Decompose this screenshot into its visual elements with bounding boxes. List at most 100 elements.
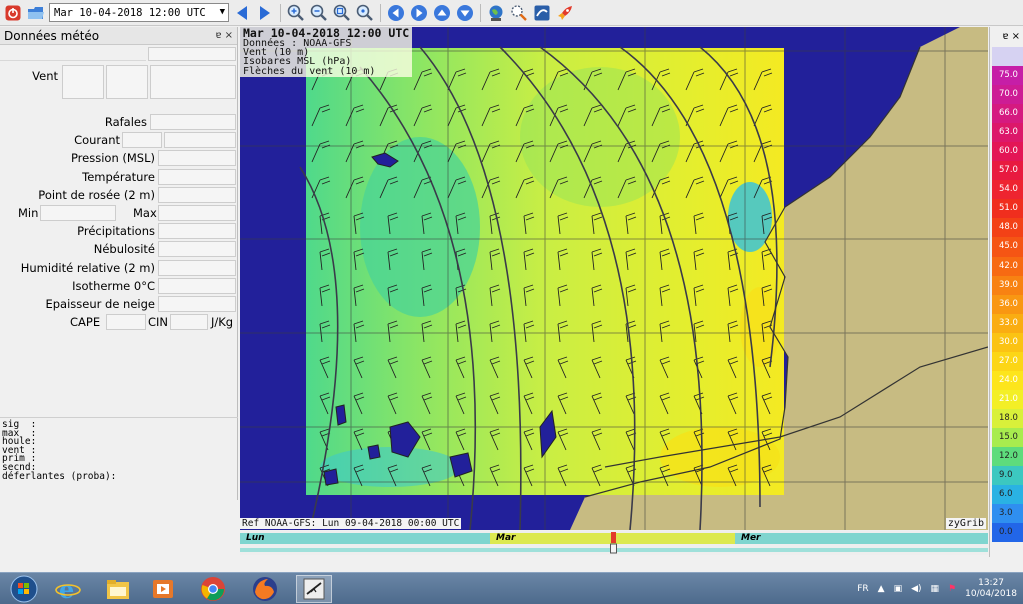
value-cell <box>158 241 236 258</box>
value-cell <box>62 65 104 99</box>
max-label: Max <box>133 206 157 221</box>
date-select-value: Mar 10-04-2018 12:00 UTC <box>54 6 206 19</box>
value-cell <box>158 204 236 221</box>
ie-browser-icon[interactable]: e <box>50 575 86 603</box>
legend-entry: 30.0 <box>992 332 1023 352</box>
cape-label: CAPE <box>70 315 101 330</box>
value-cell <box>106 65 148 99</box>
rows-block: Rafales Courant Pression (MSL) Températu… <box>0 113 238 331</box>
toolbar-separator <box>380 3 381 22</box>
row-vent: Vent <box>0 65 238 99</box>
legend-entry: 51.0 <box>992 199 1023 219</box>
legend-entry: 27.0 <box>992 351 1023 371</box>
brand-label: zyGrib <box>945 518 986 529</box>
row-label: Nébulosité <box>93 242 155 257</box>
pan-up-icon[interactable] <box>432 3 452 23</box>
usb-icon[interactable]: ▣ <box>894 584 903 594</box>
pan-right-icon[interactable] <box>409 3 429 23</box>
chevron-down-icon: ▼ <box>219 7 225 17</box>
globe-icon[interactable] <box>486 3 506 23</box>
legend-entry: 24.0 <box>992 370 1023 390</box>
row-label: Epaisseur de neige <box>45 296 155 311</box>
value-cell <box>122 132 162 149</box>
legend-entry: 18.0 <box>992 408 1023 428</box>
legend-entry: 60.0 <box>992 142 1023 162</box>
tray-expand-icon[interactable]: ▲ <box>878 584 885 594</box>
zoom-out-icon[interactable] <box>309 3 329 23</box>
zygrib-window: Mar 10-04-2018 12:00 UTC ▼ Données météo… <box>0 0 1023 604</box>
legend-entry: 21.0 <box>992 389 1023 409</box>
timeline-day-lun: Lun <box>240 533 490 544</box>
legend-entry: 36.0 <box>992 294 1023 314</box>
row-temperature: Température <box>0 168 238 186</box>
row-label: Point de rosée (2 m) <box>38 187 155 202</box>
start-orb-icon[interactable] <box>6 575 42 603</box>
select-zone-icon[interactable] <box>509 3 529 23</box>
open-folder-icon[interactable] <box>26 3 46 23</box>
row-label: Température <box>82 169 155 184</box>
zoom-reset-icon[interactable] <box>355 3 375 23</box>
value-cell <box>158 277 236 294</box>
value-cell <box>158 223 236 240</box>
legend-entry: 42.0 <box>992 256 1023 276</box>
toolbar-separator <box>480 3 481 22</box>
file-explorer-icon[interactable] <box>100 575 136 603</box>
pan-left-icon[interactable] <box>386 3 406 23</box>
legend-entry: 33.0 <box>992 313 1023 333</box>
color-legend-panel: ɐ × 75.0 70.0 66.0 63.0 60.0 57.0 54.0 51.0 48.0… <box>989 27 1023 557</box>
legend-entry: 3.0 <box>992 504 1023 524</box>
timeline-day-mer: Mer <box>735 533 988 544</box>
clock[interactable]: 13:27 10/04/2018 <box>965 578 1017 600</box>
system-tray: FR ▲ ▣ ◀) ▦ ⚑ 13:27 10/04/2018 <box>857 573 1017 604</box>
timeline-slider-handle[interactable] <box>609 532 617 554</box>
legend-entry: 12.0 <box>992 446 1023 467</box>
legend-entry: 54.0 <box>992 180 1023 200</box>
close-icon[interactable] <box>3 3 23 23</box>
zoom-in-icon[interactable] <box>286 3 306 23</box>
value-cell <box>164 132 236 149</box>
network-icon[interactable]: ▦ <box>931 584 940 594</box>
value-cell <box>158 168 236 185</box>
clock-time: 13:27 <box>978 578 1005 588</box>
date-select[interactable]: Mar 10-04-2018 12:00 UTC ▼ <box>49 3 229 22</box>
row-label: Pression (MSL) <box>70 151 155 166</box>
prev-arrow-icon[interactable] <box>232 3 252 23</box>
pan-down-icon[interactable] <box>455 3 475 23</box>
value-cell <box>158 295 236 312</box>
row-min-max: Min Max <box>0 204 238 222</box>
toolbar-separator <box>280 3 281 22</box>
unit-label: J/Kg <box>211 315 234 330</box>
legend-entry: 63.0 <box>992 123 1023 143</box>
chrome-icon[interactable] <box>195 575 231 603</box>
row-rosee: Point de rosée (2 m) <box>0 186 238 204</box>
taskbar: e FR ▲ ▣ ◀) ▦ ⚑ 13:27 10/04/2018 <box>0 572 1023 604</box>
media-player-icon[interactable] <box>145 575 181 603</box>
map-view[interactable]: Mar 10-04-2018 12:00 UTC Données : NOAA-… <box>240 27 988 530</box>
next-arrow-icon[interactable] <box>255 3 275 23</box>
row-rafales: Rafales <box>0 113 238 131</box>
zygrib-app-icon[interactable] <box>296 575 332 603</box>
row-nebulosite: Nébulosité <box>0 240 238 258</box>
legend-entry: 70.0 <box>992 85 1023 105</box>
firefox-icon[interactable] <box>247 575 283 603</box>
value-cell <box>158 259 236 276</box>
volume-icon[interactable]: ◀) <box>911 584 921 594</box>
grib-icon[interactable] <box>532 3 552 23</box>
legend-panel-controls[interactable]: ɐ × <box>990 27 1023 45</box>
legend-entry: 45.0 <box>992 237 1023 257</box>
row-label: Isotherme 0°C <box>72 278 155 293</box>
rocket-icon[interactable] <box>555 3 575 23</box>
flag-icon[interactable]: ⚑ <box>948 584 956 594</box>
value-cell <box>170 314 208 331</box>
panel-float-close-controls[interactable]: ɐ × <box>215 30 233 41</box>
weather-map[interactable] <box>240 27 988 530</box>
legend-entry: 15.0 <box>992 427 1023 447</box>
timeline[interactable]: Lun Mar Mer <box>240 531 988 555</box>
row-label: Précipitations <box>77 224 155 239</box>
grid-header-cell <box>0 47 146 61</box>
value-cell <box>150 65 236 99</box>
legend-entry <box>992 47 1023 67</box>
language-indicator[interactable]: FR <box>857 584 868 594</box>
row-label: Rafales <box>104 115 147 130</box>
zoom-fit-icon[interactable] <box>332 3 352 23</box>
